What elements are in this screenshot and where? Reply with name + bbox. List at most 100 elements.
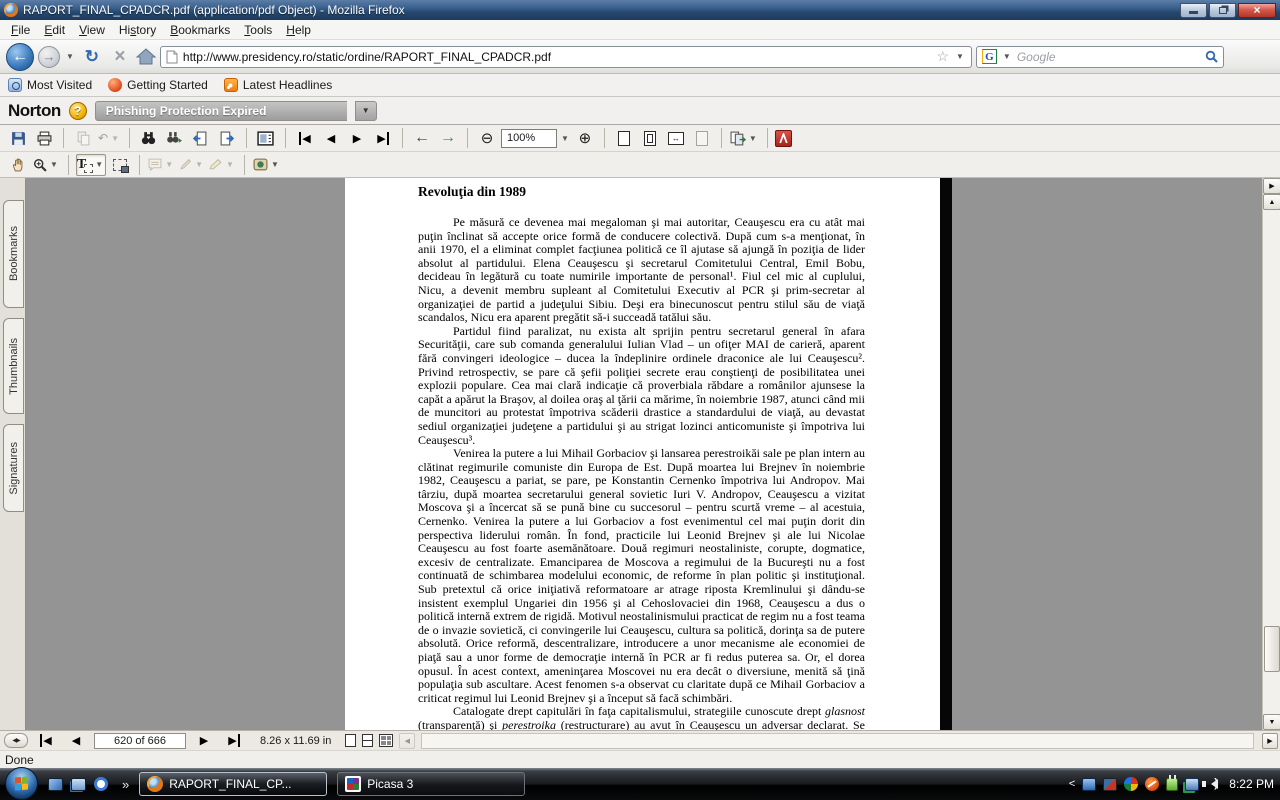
zoom-in-button[interactable]: ⊕: [573, 127, 597, 149]
highlight-tool-button[interactable]: ▼: [208, 154, 237, 176]
tray-utility-icon[interactable]: [1103, 778, 1117, 791]
url-dropdown[interactable]: ▼: [954, 52, 966, 61]
export-pages-button[interactable]: ▼: [729, 127, 760, 149]
zoom-level-field[interactable]: 100%: [501, 129, 557, 148]
single-page-view-button[interactable]: [345, 734, 356, 747]
vertical-scrollbar[interactable]: ▶ ▲ ▼: [1262, 178, 1280, 730]
hand-tool-button[interactable]: [6, 154, 30, 176]
reload-button[interactable]: ↻: [80, 47, 104, 67]
search-engine-dropdown[interactable]: ▼: [1001, 52, 1013, 61]
previous-page-button[interactable]: ◀: [319, 127, 343, 149]
search-icon[interactable]: [1205, 50, 1218, 63]
zoom-out-button[interactable]: ⊖: [475, 127, 499, 149]
rotate-view-button[interactable]: [690, 127, 714, 149]
next-page-button[interactable]: ▶: [345, 127, 369, 149]
find-button[interactable]: [137, 127, 161, 149]
bookmark-star-icon[interactable]: ☆: [936, 48, 949, 65]
note-tool-button[interactable]: ▼: [147, 154, 176, 176]
page-layout-button[interactable]: [254, 127, 278, 149]
tray-volume-icon[interactable]: [1206, 779, 1218, 789]
quick-launch-overflow[interactable]: »: [122, 777, 129, 792]
task-button-firefox[interactable]: RAPORT_FINAL_CP...: [139, 772, 327, 796]
statusbar-grip[interactable]: ◀▶: [4, 733, 28, 748]
menu-bookmarks[interactable]: Bookmarks: [163, 21, 237, 39]
fit-width-button[interactable]: ↔: [664, 127, 688, 149]
status-previous-page-button[interactable]: ◀: [64, 733, 88, 749]
fit-page-button[interactable]: [638, 127, 662, 149]
menu-view[interactable]: View: [72, 21, 112, 39]
bookmark-getting-started[interactable]: Getting Started: [108, 78, 208, 92]
tab-bookmarks[interactable]: Bookmarks: [3, 200, 24, 308]
next-view-page-button[interactable]: [215, 127, 239, 149]
search-engine-icon[interactable]: G: [982, 49, 997, 64]
hscroll-right-button[interactable]: ▶: [1262, 733, 1278, 749]
status-next-page-button[interactable]: ▶: [192, 733, 216, 749]
vertical-scroll-thumb[interactable]: [1264, 626, 1280, 672]
stop-button[interactable]: ×: [108, 46, 132, 68]
start-button[interactable]: [5, 767, 38, 800]
menu-edit[interactable]: Edit: [37, 21, 72, 39]
history-dropdown[interactable]: ▼: [64, 52, 76, 61]
pencil-tool-button[interactable]: ▼: [178, 154, 206, 176]
search-input[interactable]: Google: [1017, 50, 1201, 64]
menu-history[interactable]: History: [112, 21, 163, 39]
find-again-button[interactable]: [163, 127, 187, 149]
tray-network-icon[interactable]: [1185, 778, 1199, 791]
menu-help[interactable]: Help: [279, 21, 318, 39]
menu-tools[interactable]: Tools: [237, 21, 279, 39]
previous-view-page-button[interactable]: [189, 127, 213, 149]
acrobat-button[interactable]: [775, 130, 792, 147]
actual-size-button[interactable]: [612, 127, 636, 149]
tray-collapse-chevron[interactable]: <: [1069, 778, 1075, 790]
url-bar[interactable]: http://www.presidency.ro/static/ordine/R…: [160, 46, 972, 68]
task-button-picasa[interactable]: Picasa 3: [337, 772, 525, 796]
previous-view-button[interactable]: ←: [410, 127, 434, 149]
minimize-button[interactable]: [1180, 3, 1207, 18]
tray-power-icon[interactable]: [1166, 778, 1178, 791]
forward-button[interactable]: →: [38, 46, 60, 68]
print-button[interactable]: [32, 127, 56, 149]
save-button[interactable]: [6, 127, 30, 149]
hscroll-left-button[interactable]: ◀: [399, 733, 415, 749]
back-button[interactable]: ←: [6, 43, 34, 71]
window-switcher-icon[interactable]: [71, 778, 86, 791]
sign-tool-button[interactable]: ▼: [252, 154, 282, 176]
zoom-dropdown[interactable]: ▼: [559, 134, 571, 143]
next-view-button[interactable]: →: [436, 127, 460, 149]
norton-dropdown[interactable]: ▼: [355, 101, 377, 121]
close-button[interactable]: ×: [1238, 3, 1276, 18]
quicktime-icon[interactable]: [94, 777, 108, 791]
tab-signatures[interactable]: Signatures: [3, 424, 24, 512]
snapshot-tool-button[interactable]: [108, 154, 132, 176]
horizontal-scrollbar[interactable]: [421, 733, 1254, 749]
bookmark-latest-headlines[interactable]: Latest Headlines: [224, 78, 332, 92]
facing-view-button[interactable]: [379, 734, 393, 747]
home-button[interactable]: [136, 48, 156, 65]
pdf-page[interactable]: Revoluţia din 1989 Pe măsură ce devenea …: [345, 178, 940, 730]
status-first-page-button[interactable]: ◀: [34, 733, 58, 749]
search-bar[interactable]: G ▼ Google: [976, 46, 1224, 68]
menu-file[interactable]: File: [4, 21, 37, 39]
continuous-view-button[interactable]: [362, 734, 373, 747]
norton-help-icon[interactable]: ?: [69, 102, 87, 120]
tray-media-icon[interactable]: [1124, 777, 1138, 791]
show-desktop-icon[interactable]: [48, 778, 63, 791]
text-select-tool-button[interactable]: T▼: [76, 154, 106, 176]
status-last-page-button[interactable]: ▶: [222, 733, 246, 749]
scroll-down-button[interactable]: ▼: [1263, 714, 1280, 730]
document-canvas[interactable]: Revoluţia din 1989 Pe măsură ce devenea …: [27, 178, 1262, 730]
zoom-tool-button[interactable]: ▼: [32, 154, 61, 176]
tray-computer-icon[interactable]: [1082, 778, 1096, 791]
toolbar-overflow-button[interactable]: ▶: [1263, 178, 1280, 194]
tray-norton-icon[interactable]: [1145, 777, 1159, 791]
url-text[interactable]: http://www.presidency.ro/static/ordine/R…: [183, 50, 932, 64]
tab-thumbnails[interactable]: Thumbnails: [3, 318, 24, 414]
last-page-button[interactable]: ▶: [371, 127, 395, 149]
undo-button[interactable]: ↶▼: [97, 127, 122, 149]
bookmark-most-visited[interactable]: Most Visited: [8, 78, 92, 92]
page-number-field[interactable]: 620 of 666: [94, 733, 186, 749]
restore-button[interactable]: [1209, 3, 1236, 18]
first-page-button[interactable]: ◀: [293, 127, 317, 149]
scroll-up-button[interactable]: ▲: [1263, 194, 1280, 210]
copy-button[interactable]: [71, 127, 95, 149]
